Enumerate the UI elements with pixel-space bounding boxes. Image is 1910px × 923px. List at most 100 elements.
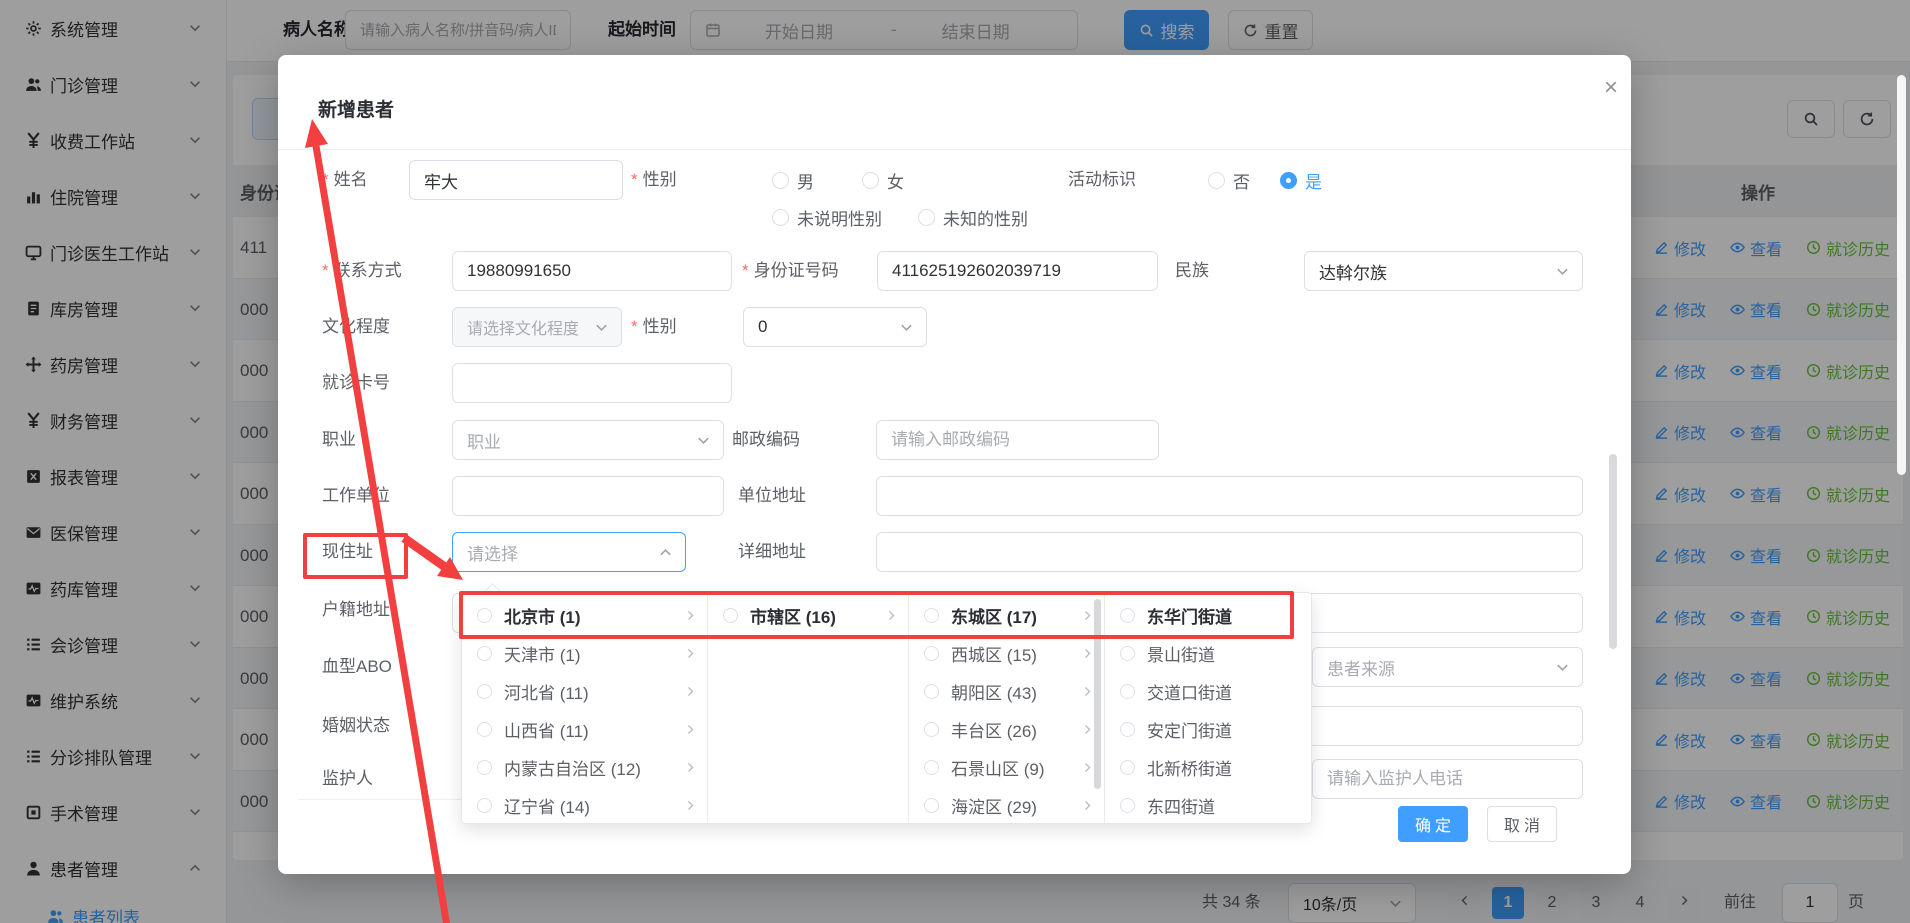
- postal-code-label: 邮政编码: [732, 420, 800, 460]
- radio-icon[interactable]: [924, 684, 939, 699]
- cascader-column-3: 东城区 (17)西城区 (15)朝阳区 (43)丰台区 (26)石景山区 (9)…: [909, 593, 1105, 823]
- work-unit-input[interactable]: [452, 476, 724, 516]
- detail-address-label: 详细地址: [738, 532, 806, 572]
- cascader-option[interactable]: 东城区 (17): [909, 596, 1104, 634]
- dialog-title-divider: [278, 149, 1631, 150]
- active-flag-radio-no[interactable]: 否: [1208, 160, 1250, 200]
- cascader-columns: 北京市 (1)天津市 (1)河北省 (11)山西省 (11)内蒙古自治区 (12…: [462, 593, 1311, 823]
- page-scrollbar[interactable]: [1897, 75, 1906, 475]
- radio-icon[interactable]: [477, 722, 492, 737]
- chevron-right-icon: [1081, 685, 1094, 698]
- chevron-right-icon: [684, 647, 697, 660]
- confirm-button[interactable]: 确定: [1398, 806, 1468, 842]
- work-unit-label: 工作单位: [322, 476, 390, 516]
- radio-icon[interactable]: [924, 798, 939, 813]
- education-select[interactable]: 请选择文化程度: [452, 307, 622, 347]
- current-address-label: 现住址: [322, 532, 373, 572]
- radio-icon[interactable]: [477, 760, 492, 775]
- detail-address-input[interactable]: [876, 532, 1583, 572]
- cascader-option[interactable]: 市辖区 (16): [708, 596, 908, 634]
- radio-icon[interactable]: [772, 209, 789, 226]
- education-label: 文化程度: [322, 307, 390, 347]
- address-cascader-panel: 北京市 (1)天津市 (1)河北省 (11)山西省 (11)内蒙古自治区 (12…: [461, 592, 1312, 824]
- column-scrollbar[interactable]: [1094, 599, 1101, 789]
- name-label: 姓名: [322, 160, 368, 200]
- registered-address-label: 户籍地址: [322, 590, 390, 630]
- close-icon[interactable]: ×: [1596, 73, 1626, 103]
- radio-icon[interactable]: [477, 608, 492, 623]
- radio-icon[interactable]: [723, 608, 738, 623]
- radio-selected-icon[interactable]: [1280, 172, 1297, 189]
- radio-icon[interactable]: [1120, 722, 1135, 737]
- radio-icon[interactable]: [477, 684, 492, 699]
- cascader-option[interactable]: 东四街道: [1105, 786, 1311, 824]
- cascader-option[interactable]: 内蒙古自治区 (12): [462, 748, 707, 786]
- cascader-option[interactable]: 石景山区 (9): [909, 748, 1104, 786]
- chevron-right-icon: [1081, 647, 1094, 660]
- chevron-right-icon: [1081, 609, 1094, 622]
- chevron-right-icon: [684, 723, 697, 736]
- cascader-column-1: 北京市 (1)天津市 (1)河北省 (11)山西省 (11)内蒙古自治区 (12…: [462, 593, 708, 823]
- radio-icon[interactable]: [1120, 798, 1135, 813]
- gender-radio-male[interactable]: 男: [772, 160, 814, 200]
- visit-card-input[interactable]: [452, 363, 732, 403]
- contact-input[interactable]: [452, 251, 732, 291]
- cascader-option[interactable]: 河北省 (11): [462, 672, 707, 710]
- patient-source-select[interactable]: 患者来源: [1312, 647, 1583, 687]
- cascader-option[interactable]: 安定门街道: [1105, 710, 1311, 748]
- work-address-input[interactable]: [876, 476, 1583, 516]
- cascader-option[interactable]: 东华门街道: [1105, 596, 1311, 634]
- cascader-option[interactable]: 丰台区 (26): [909, 710, 1104, 748]
- gender-code-select[interactable]: 0: [743, 307, 927, 347]
- chevron-up-icon: [658, 545, 673, 560]
- radio-icon[interactable]: [924, 722, 939, 737]
- cascader-option[interactable]: 交道口街道: [1105, 672, 1311, 710]
- cascader-option[interactable]: 景山街道: [1105, 634, 1311, 672]
- cascader-option[interactable]: 辽宁省 (14): [462, 786, 707, 824]
- occupation-select[interactable]: 职业: [452, 420, 724, 460]
- cascader-option[interactable]: 海淀区 (29): [909, 786, 1104, 824]
- cascader-option[interactable]: 北京市 (1): [462, 596, 707, 634]
- radio-icon[interactable]: [477, 798, 492, 813]
- radio-icon[interactable]: [772, 172, 789, 189]
- radio-icon[interactable]: [924, 646, 939, 661]
- cancel-button[interactable]: 取消: [1487, 806, 1557, 842]
- chevron-down-icon: [1555, 660, 1570, 675]
- ethnicity-select[interactable]: 达斡尔族: [1304, 251, 1583, 291]
- current-address-cascader[interactable]: 请选择: [452, 532, 686, 572]
- cascader-option[interactable]: 西城区 (15): [909, 634, 1104, 672]
- cascader-option[interactable]: 天津市 (1): [462, 634, 707, 672]
- radio-icon[interactable]: [1208, 172, 1225, 189]
- active-flag-label: 活动标识: [1068, 160, 1136, 200]
- dialog-title: 新增患者: [318, 95, 394, 122]
- chevron-right-icon: [684, 685, 697, 698]
- cascader-option[interactable]: 北新桥街道: [1105, 748, 1311, 786]
- contact-label: 联系方式: [322, 251, 402, 291]
- radio-icon[interactable]: [924, 608, 939, 623]
- gender-radio-female[interactable]: 女: [862, 160, 904, 200]
- gender-radio-unstated[interactable]: 未说明性别: [772, 197, 882, 237]
- cascader-option[interactable]: 朝阳区 (43): [909, 672, 1104, 710]
- radio-icon[interactable]: [1120, 608, 1135, 623]
- work-address-label: 单位地址: [738, 476, 806, 516]
- id-number-input[interactable]: [877, 251, 1158, 291]
- radio-icon[interactable]: [862, 172, 879, 189]
- chevron-right-icon: [684, 761, 697, 774]
- cascader-option[interactable]: 山西省 (11): [462, 710, 707, 748]
- guardian-phone-input[interactable]: [1312, 759, 1583, 799]
- radio-icon[interactable]: [918, 209, 935, 226]
- visit-card-label: 就诊卡号: [322, 363, 390, 403]
- gender-radio-unknown[interactable]: 未知的性别: [918, 197, 1028, 237]
- radio-icon[interactable]: [1120, 760, 1135, 775]
- ethnicity-label: 民族: [1175, 251, 1209, 291]
- modal-scrollbar[interactable]: [1609, 454, 1617, 649]
- active-flag-radio-yes[interactable]: 是: [1280, 160, 1322, 200]
- name-input[interactable]: [409, 160, 623, 200]
- postal-code-input[interactable]: [876, 420, 1159, 460]
- radio-icon[interactable]: [477, 646, 492, 661]
- chevron-right-icon: [1081, 799, 1094, 812]
- radio-icon[interactable]: [924, 760, 939, 775]
- cascader-column-2: 市辖区 (16): [708, 593, 909, 823]
- radio-icon[interactable]: [1120, 646, 1135, 661]
- radio-icon[interactable]: [1120, 684, 1135, 699]
